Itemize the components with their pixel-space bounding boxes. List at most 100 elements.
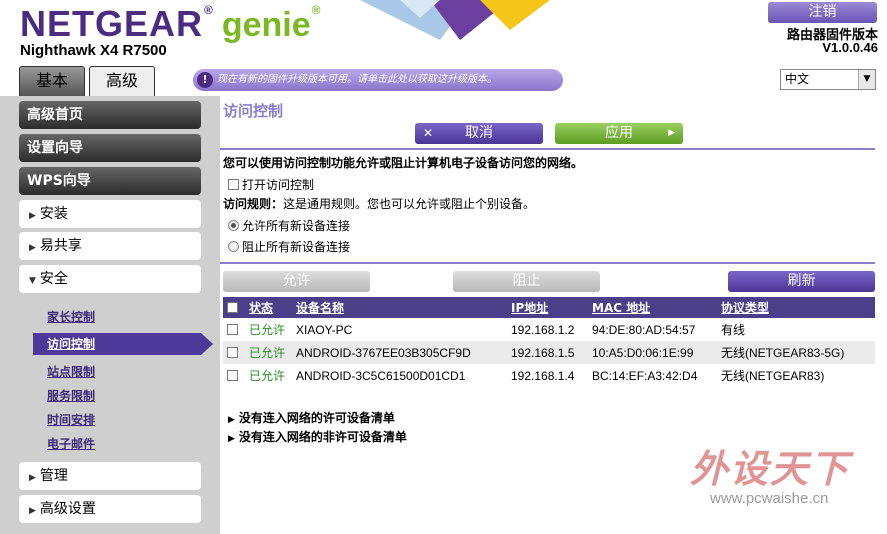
sidebar-group-label: 管理: [39, 468, 68, 484]
enable-access-control[interactable]: 打开访问控制: [228, 176, 314, 193]
device-ip: 192.168.1.4: [511, 368, 575, 383]
sidebar-group-readyshare[interactable]: ▶ 易共享: [19, 232, 201, 260]
device-name: ANDROID-3C5C61500D01CD1: [296, 368, 466, 383]
header-decoration-graphic: [360, 0, 550, 40]
device-status: 已允许: [245, 341, 292, 364]
row-select-cell[interactable]: [223, 318, 245, 341]
info-icon: !: [197, 72, 213, 88]
sidebar-item-access-control[interactable]: 访问控制: [33, 333, 213, 355]
enable-checkbox[interactable]: [228, 179, 239, 190]
notice-text: 现在有新的固件升级版本可用。请单击此处以获取这升级版本。: [217, 74, 497, 85]
column-header-connection-type[interactable]: 协议类型: [717, 297, 875, 318]
table-row: 已允许 XIAOY-PC 192.168.1.2 94:DE:80:AD:54:…: [223, 318, 875, 341]
rule-prefix: 访问规则：: [223, 197, 284, 211]
device-connection-type: 无线(NETGEAR83): [721, 369, 825, 383]
chevron-down-icon[interactable]: ▼: [858, 70, 875, 89]
sidebar-item-email[interactable]: 电子邮件: [47, 435, 95, 452]
divider: [220, 148, 875, 150]
page-title: 访问控制: [223, 102, 284, 120]
device-name: XIAOY-PC: [296, 322, 353, 337]
sidebar-item-schedule[interactable]: 时间安排: [47, 411, 95, 428]
column-header-mac[interactable]: MAC 地址: [588, 297, 717, 318]
row-select-cell[interactable]: [223, 341, 245, 364]
device-status: 已允许: [249, 323, 286, 337]
sidebar-item-advanced-home[interactable]: 高级首页: [19, 101, 201, 129]
logout-button[interactable]: 注销: [768, 2, 877, 23]
device-name: ANDROID-3767EE03B305CF9D: [292, 341, 507, 364]
triangle-right-icon: ▶: [29, 243, 36, 253]
sidebar-item-block-services[interactable]: 服务限制: [47, 387, 95, 404]
watermark-logo: 外设天下: [690, 447, 851, 491]
table-row: 已允许 ANDROID-3C5C61500D01CD1 192.168.1.4 …: [223, 364, 875, 387]
sidebar-group-label: 易共享: [39, 238, 82, 254]
sidebar-group-management[interactable]: ▶ 管理: [19, 462, 201, 490]
sidebar-item-setup-wizard[interactable]: 设置向导: [19, 134, 201, 162]
blocked-not-connected-label: 没有连入网络的非许可设备清单: [238, 430, 407, 444]
device-table: 状态 设备名称 IP地址 MAC 地址 协议类型 已允许 XIAOY-PC 19…: [223, 297, 875, 387]
cancel-button[interactable]: ✕ 取消: [415, 123, 543, 144]
radio-allow-all[interactable]: 允许所有新设备连接: [228, 217, 350, 234]
play-icon: ▶: [668, 128, 675, 138]
sidebar-item-wps-wizard[interactable]: WPS向导: [19, 167, 201, 195]
select-all-cell[interactable]: [223, 297, 245, 318]
sidebar-group-setup[interactable]: ▶ 安装: [19, 200, 201, 228]
radio-block[interactable]: [228, 241, 239, 252]
sidebar-group-security[interactable]: ▼ 安全: [19, 265, 201, 293]
triangle-right-icon: ▶: [29, 473, 36, 483]
watermark-url: www.pcwaishe.cn: [710, 490, 829, 507]
device-mac: 10:A5:D0:06:1E:99: [588, 341, 717, 364]
select-all-checkbox[interactable]: [227, 301, 238, 313]
device-mac: BC:14:EF:A3:42:D4: [592, 368, 698, 383]
sidebar-group-advanced-setup[interactable]: ▶ 高级设置: [19, 495, 201, 523]
tab-basic[interactable]: 基本: [19, 66, 85, 96]
row-checkbox[interactable]: [227, 346, 238, 358]
allowed-not-connected-label: 没有连入网络的许可设备清单: [238, 411, 395, 425]
sidebar-item-block-sites[interactable]: 站点限制: [47, 363, 95, 380]
netgear-logo: NETGEAR® genie®: [20, 3, 322, 44]
block-button[interactable]: 阻止: [453, 271, 600, 292]
description-text: 您可以使用访问控制功能允许或阻止计算机电子设备访问您的网络。: [223, 156, 584, 170]
row-checkbox[interactable]: [227, 369, 238, 381]
allowed-not-connected-list-toggle[interactable]: ▶ 没有连入网络的许可设备清单: [228, 409, 395, 426]
table-header-row: 状态 设备名称 IP地址 MAC 地址 协议类型: [223, 297, 875, 318]
device-ip: 192.168.1.2: [511, 322, 575, 337]
language-value: 中文: [785, 72, 810, 86]
tab-advanced[interactable]: 高级: [89, 66, 155, 96]
header: NETGEAR® genie® Nighthawk X4 R7500 注销 路由器…: [0, 0, 887, 96]
radio-allow[interactable]: [228, 220, 239, 231]
triangle-right-icon: ▶: [29, 506, 36, 516]
table-row: 已允许 ANDROID-3767EE03B305CF9D 192.168.1.5…: [223, 341, 875, 364]
column-header-device-name[interactable]: 设备名称: [292, 297, 507, 318]
sidebar-group-label: 安全: [39, 271, 68, 287]
device-connection-type: 无线(NETGEAR83-5G): [717, 341, 875, 364]
router-model: Nighthawk X4 R7500: [20, 42, 167, 59]
enable-label: 打开访问控制: [242, 178, 315, 192]
sidebar-group-label: 高级设置: [39, 501, 96, 517]
triangle-right-icon: ▶: [228, 434, 235, 444]
firmware-version: V1.0.0.46: [822, 40, 878, 55]
radio-block-all[interactable]: 阻止所有新设备连接: [228, 238, 350, 255]
allow-button[interactable]: 允许: [223, 271, 370, 292]
row-select-cell[interactable]: [223, 364, 245, 387]
device-connection-type: 有线: [721, 323, 746, 337]
sidebar-group-label: 安装: [39, 206, 68, 222]
column-header-ip[interactable]: IP地址: [507, 297, 588, 318]
sidebar: 高级首页 设置向导 WPS向导 ▶ 安装 ▶ 易共享 ▼ 安全 家长控制 访问控制 站…: [0, 96, 220, 534]
radio-allow-label: 允许所有新设备连接: [242, 219, 351, 233]
apply-button[interactable]: 应用 ▶: [555, 123, 683, 144]
rule-text: 这是通用规则。您也可以允许或阻止个别设备。: [283, 197, 536, 211]
row-checkbox[interactable]: [227, 323, 238, 335]
firmware-update-notice[interactable]: ! 现在有新的固件升级版本可用。请单击此处以获取这升级版本。: [193, 69, 563, 91]
refresh-button[interactable]: 刷新: [728, 271, 875, 292]
access-rule-text: 访问规则：这是通用规则。您也可以允许或阻止个别设备。: [223, 195, 535, 212]
close-icon: ✕: [423, 126, 434, 140]
triangle-down-icon: ▼: [29, 276, 36, 286]
language-select[interactable]: 中文 ▼: [780, 69, 876, 90]
device-ip: 192.168.1.5: [507, 341, 588, 364]
sidebar-item-parental-controls[interactable]: 家长控制: [47, 308, 95, 325]
column-header-status[interactable]: 状态: [245, 297, 292, 318]
device-mac: 94:DE:80:AD:54:57: [592, 322, 696, 337]
apply-label: 应用: [605, 125, 633, 141]
divider: [220, 262, 875, 264]
blocked-not-connected-list-toggle[interactable]: ▶ 没有连入网络的非许可设备清单: [228, 428, 407, 445]
